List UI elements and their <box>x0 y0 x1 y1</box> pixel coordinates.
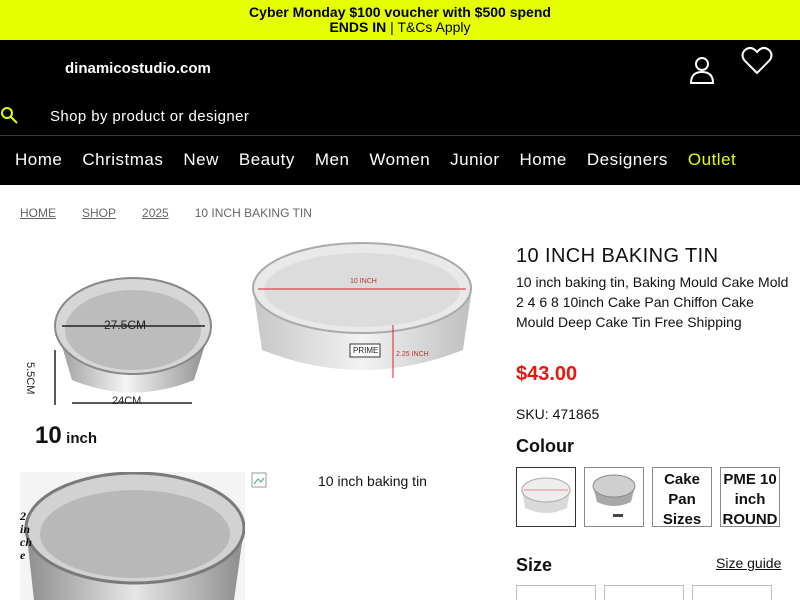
tin-depth-label: 2.25 INCH <box>396 351 429 358</box>
size-option-3[interactable] <box>692 585 772 600</box>
nav-item-home[interactable]: Home <box>15 150 62 170</box>
size-option-1[interactable] <box>516 585 596 600</box>
tin-size-unit: inch <box>66 430 97 447</box>
breadcrumb-current: 10 INCH BAKING TIN <box>194 206 312 220</box>
colour-swatches: Cake Pan Sizes PME 10 inch ROUND <box>516 467 780 527</box>
wishlist-heart-icon[interactable] <box>741 46 773 76</box>
breadcrumb-2025[interactable]: 2025 <box>142 206 169 220</box>
breadcrumb-home[interactable]: HOME <box>20 206 56 220</box>
nav-item-new[interactable]: New <box>183 150 219 170</box>
swatch-2[interactable] <box>584 467 644 527</box>
size-label: Size <box>516 555 553 575</box>
product-title: 10 INCH BAKING TIN <box>516 245 719 267</box>
swatch-1[interactable] <box>516 467 576 527</box>
nav-item-women[interactable]: Women <box>369 150 430 170</box>
product-description: 10 inch baking tin, Baking Mould Cake Mo… <box>516 274 789 330</box>
size-options <box>516 585 772 600</box>
broken-image-icon <box>251 472 267 488</box>
promo-subtext: ENDS IN | T&Cs Apply <box>0 20 800 35</box>
main-nav: Home Christmas New Beauty Men Women Juni… <box>15 150 736 170</box>
tin-diameter-label: 27.5CM <box>104 318 147 332</box>
tin-base-label: 24CM <box>112 395 142 407</box>
swatch-3-alt: Cake Pan Sizes <box>662 471 702 527</box>
tin-width-label: 10 INCH <box>350 278 377 285</box>
site-logo[interactable]: dinamicostudio.com <box>65 60 211 77</box>
swatch-2-thumb <box>592 474 636 517</box>
nav-item-men[interactable]: Men <box>315 150 350 170</box>
promo-banner[interactable]: Cyber Monday $100 voucher with $500 spen… <box>0 0 800 40</box>
swatch-4-alt: PME 10 inch ROUND <box>722 471 778 527</box>
tin-height-label: 5.5CM <box>24 362 36 395</box>
swatch-1-thumb <box>521 477 571 513</box>
size-guide-link[interactable]: Size guide <box>716 555 781 571</box>
header-divider <box>0 135 800 136</box>
tin-size-label: 10 inch <box>35 422 97 450</box>
tin-prime-illustration <box>252 242 472 378</box>
search-icon[interactable] <box>0 106 18 124</box>
promo-tcs-link[interactable]: | T&Cs Apply <box>386 19 470 35</box>
promo-ends-in: ENDS IN <box>329 19 387 35</box>
nav-item-junior[interactable]: Junior <box>450 150 499 170</box>
product-image-3[interactable]: 2 inche <box>20 472 245 600</box>
product-image-4-alt[interactable]: 10 inch baking tin <box>318 473 427 489</box>
search-input[interactable] <box>50 106 450 126</box>
swatch-3[interactable]: Cake Pan Sizes <box>652 467 712 527</box>
colour-label: Colour <box>516 436 574 456</box>
promo-text: Cyber Monday $100 voucher with $500 spen… <box>249 4 551 20</box>
product-image-1[interactable]: 27.5CM 5.5CM 24CM 10 inch <box>20 240 240 460</box>
product-image-2[interactable]: 10 INCH 2.25 INCH PRIME <box>250 240 475 385</box>
tin-size-number: 10 <box>35 422 62 449</box>
tin-side-illustration <box>24 472 245 600</box>
account-icon[interactable] <box>689 56 715 84</box>
nav-item-outlet[interactable]: Outlet <box>688 150 736 170</box>
product-sku: SKU: 471865 <box>516 406 600 422</box>
nav-item-home-2[interactable]: Home <box>519 150 566 170</box>
tin-side-label: 2 inche <box>20 509 32 562</box>
swatch-4[interactable]: PME 10 inch ROUND <box>720 467 780 527</box>
brand-stamp: PRIME <box>353 346 379 355</box>
product-price: $43.00 <box>516 363 578 385</box>
breadcrumb-shop[interactable]: SHOP <box>82 206 116 220</box>
breadcrumb: HOME SHOP 2025 10 INCH BAKING TIN <box>20 206 312 220</box>
nav-item-designers[interactable]: Designers <box>587 150 668 170</box>
site-header: dinamicostudio.com Home Christmas New Be… <box>0 40 800 185</box>
nav-item-christmas[interactable]: Christmas <box>82 150 163 170</box>
nav-item-beauty[interactable]: Beauty <box>239 150 295 170</box>
size-option-2[interactable] <box>604 585 684 600</box>
